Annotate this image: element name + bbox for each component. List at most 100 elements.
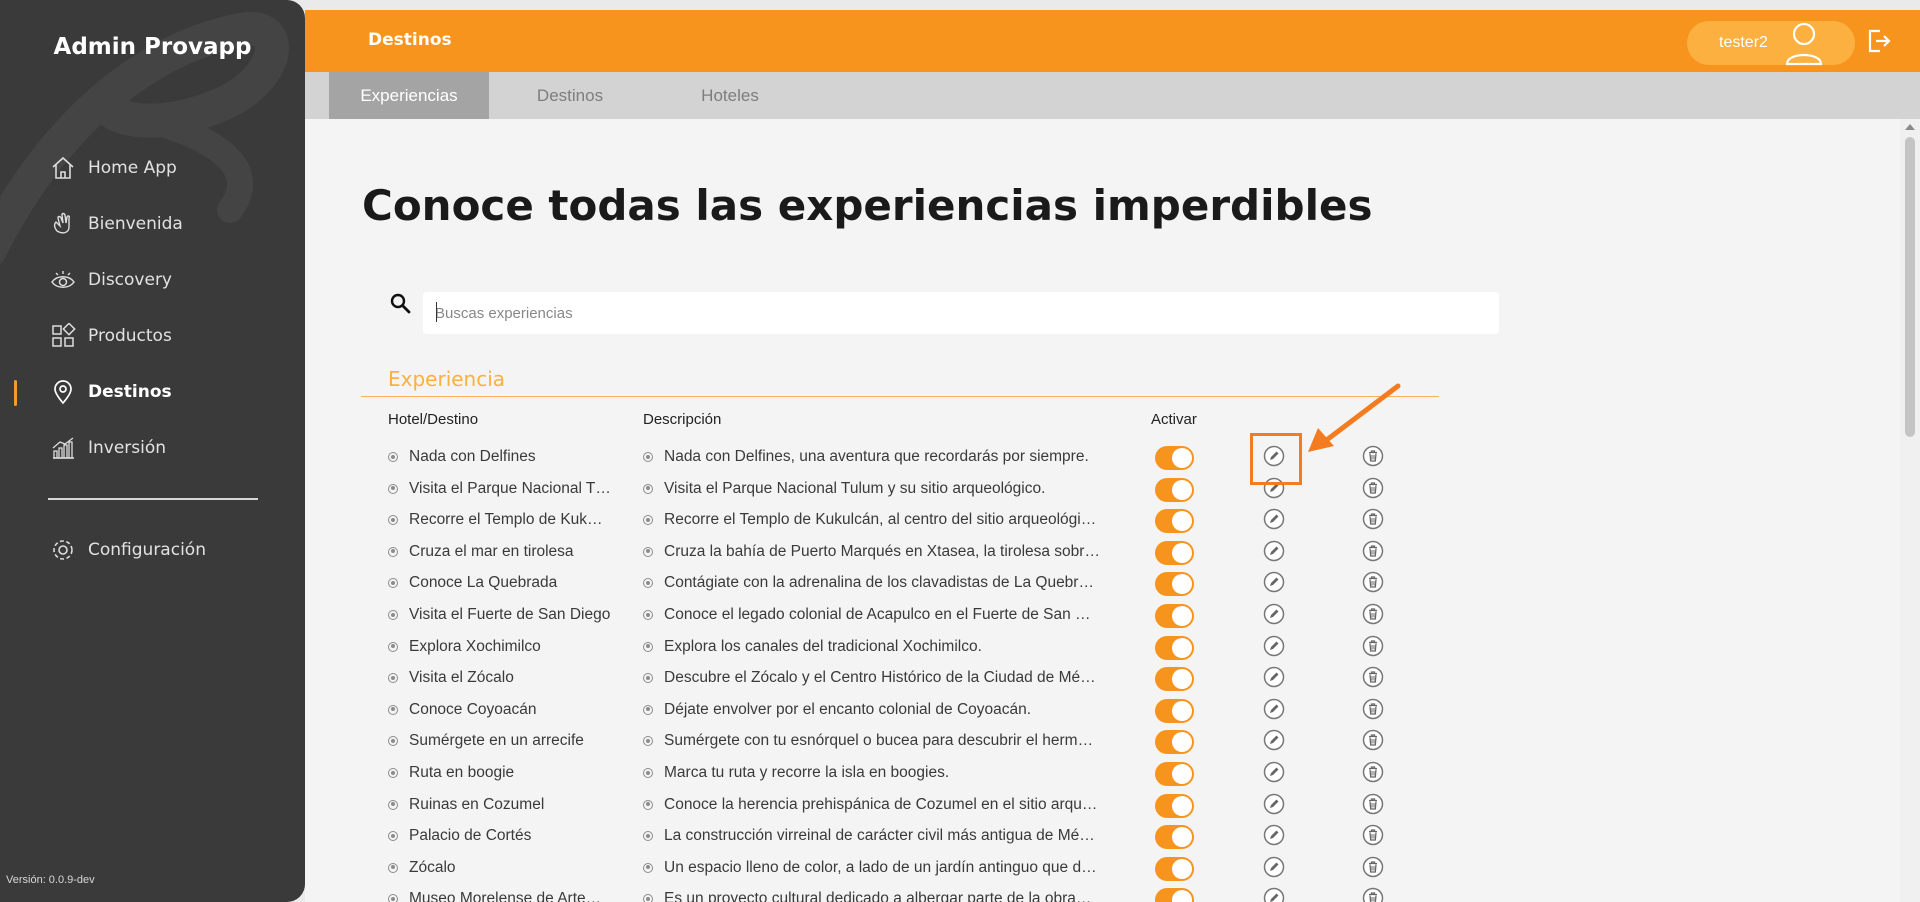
delete-icon[interactable]	[1362, 635, 1384, 657]
row-description: Nada con Delfines, una aventura que reco…	[664, 448, 1089, 465]
edit-icon[interactable]	[1263, 635, 1285, 657]
activate-toggle[interactable]	[1155, 888, 1194, 902]
bullet-icon	[388, 610, 398, 620]
grid-icon	[50, 323, 76, 349]
edit-icon[interactable]	[1263, 729, 1285, 751]
delete-icon[interactable]	[1362, 571, 1384, 593]
row-description: Descubre el Zócalo y el Centro Histórico…	[664, 669, 1096, 687]
row-description: Déjate envolver por el encanto colonial …	[664, 700, 1032, 718]
delete-icon[interactable]	[1362, 477, 1384, 499]
edit-icon[interactable]	[1263, 508, 1285, 530]
main-content: Conoce todas las experiencias imperdible…	[305, 119, 1900, 902]
edit-icon[interactable]	[1263, 666, 1285, 688]
activate-toggle[interactable]	[1155, 446, 1194, 470]
row-hotel-name: Recorre el Templo de Kuk…	[409, 511, 603, 529]
activate-toggle[interactable]	[1155, 572, 1194, 597]
edit-icon[interactable]	[1263, 793, 1285, 815]
bullet-icon	[643, 610, 653, 620]
tab-destinos[interactable]: Destinos	[490, 72, 650, 119]
bullet-icon	[388, 894, 398, 902]
app-version: Versión: 0.0.9-dev	[6, 874, 95, 886]
activate-toggle[interactable]	[1155, 477, 1194, 502]
sidebar-item-inversion[interactable]: Inversión	[0, 420, 305, 476]
column-header-activate: Activar	[1151, 411, 1197, 428]
activate-toggle[interactable]	[1155, 667, 1194, 692]
edit-icon[interactable]	[1263, 540, 1285, 562]
table-row: Ruinas en Cozumel Conoce la herencia preh…	[305, 788, 1705, 820]
header-bar: Destinos tester2	[305, 10, 1920, 72]
bullet-icon	[388, 578, 398, 589]
activate-toggle[interactable]	[1155, 762, 1194, 786]
bullet-icon	[388, 768, 398, 778]
table-row: Visita el Zócalo Descubre el Zócalo y el …	[305, 661, 1705, 693]
delete-icon[interactable]	[1362, 508, 1384, 530]
activate-toggle[interactable]	[1155, 698, 1194, 723]
bullet-icon	[388, 799, 398, 810]
tab-hoteles[interactable]: Hoteles	[650, 72, 810, 119]
sidebar-item-bienvenida[interactable]: Bienvenida	[0, 196, 305, 252]
bullet-icon	[388, 736, 398, 747]
bar-chart-icon	[50, 435, 76, 461]
bullet-icon	[643, 452, 653, 462]
logout-icon[interactable]	[1865, 27, 1893, 55]
row-description: Contágiate con la adrenalina de los clav…	[664, 574, 1094, 592]
user-menu[interactable]: tester2	[1687, 21, 1855, 66]
delete-icon[interactable]	[1362, 603, 1384, 625]
activate-toggle[interactable]	[1155, 730, 1194, 755]
delete-icon[interactable]	[1362, 824, 1384, 846]
delete-icon[interactable]	[1362, 761, 1384, 783]
row-description: Un espacio lleno de color, a lado de un …	[664, 858, 1097, 876]
sidebar-item-productos[interactable]: Productos	[0, 308, 305, 364]
bullet-icon	[643, 799, 653, 810]
delete-icon[interactable]	[1362, 666, 1384, 688]
activate-toggle[interactable]	[1155, 509, 1194, 534]
search-input[interactable]	[423, 292, 1499, 334]
sidebar-item-discovery[interactable]: Discovery	[0, 252, 305, 308]
table-row: Palacio de Cortés La construcción virrein…	[305, 819, 1705, 851]
edit-icon[interactable]	[1263, 603, 1285, 625]
tab-experiencias[interactable]: Experiencias	[329, 72, 489, 119]
delete-icon[interactable]	[1362, 856, 1384, 878]
row-hotel-name: Visita el Zócalo	[409, 669, 514, 687]
sidebar-item-label: Inversión	[88, 438, 167, 458]
sidebar-item-home-app[interactable]: Home App	[0, 140, 305, 196]
column-header-description: Descripción	[643, 411, 722, 428]
row-hotel-name: Nada con Delfines	[409, 448, 536, 465]
delete-icon[interactable]	[1362, 887, 1384, 902]
delete-icon[interactable]	[1362, 540, 1384, 562]
sidebar-item-configuracion[interactable]: Configuración	[0, 522, 305, 578]
bullet-icon	[643, 894, 653, 902]
scroll-up-arrow-icon[interactable]	[1905, 124, 1915, 130]
scroll-thumb[interactable]	[1905, 137, 1915, 437]
edit-icon[interactable]	[1263, 571, 1285, 593]
edit-icon[interactable]	[1263, 698, 1285, 720]
delete-icon[interactable]	[1362, 698, 1384, 720]
user-icon	[1785, 22, 1823, 66]
row-hotel-name: Conoce Coyoacán	[409, 700, 537, 718]
activate-toggle[interactable]	[1155, 540, 1194, 565]
home-icon	[50, 155, 76, 181]
delete-icon[interactable]	[1362, 793, 1384, 815]
user-name: tester2	[1719, 34, 1768, 51]
row-hotel-name: Palacio de Cortés	[409, 827, 532, 845]
activate-toggle[interactable]	[1155, 604, 1194, 628]
activate-toggle[interactable]	[1155, 635, 1194, 660]
activate-toggle[interactable]	[1155, 825, 1194, 850]
activate-toggle[interactable]	[1155, 793, 1194, 818]
table-row: Visita el Fuerte de San Diego Conoce el l…	[305, 598, 1705, 630]
row-description: Visita el Parque Nacional Tulum y su sit…	[664, 479, 1046, 497]
bullet-icon	[643, 704, 653, 715]
bullet-icon	[643, 515, 653, 526]
edit-icon[interactable]	[1263, 856, 1285, 878]
scrollbar[interactable]	[1900, 119, 1920, 902]
delete-icon[interactable]	[1362, 729, 1384, 751]
bullet-icon	[643, 768, 653, 778]
search-icon	[390, 293, 411, 314]
edit-icon[interactable]	[1263, 761, 1285, 783]
sidebar-item-label: Home App	[88, 158, 177, 178]
activate-toggle[interactable]	[1155, 856, 1194, 881]
sidebar-item-destinos[interactable]: Destinos	[0, 364, 305, 420]
edit-icon[interactable]	[1263, 824, 1285, 846]
edit-icon[interactable]	[1263, 887, 1285, 902]
bullet-icon	[643, 673, 653, 684]
